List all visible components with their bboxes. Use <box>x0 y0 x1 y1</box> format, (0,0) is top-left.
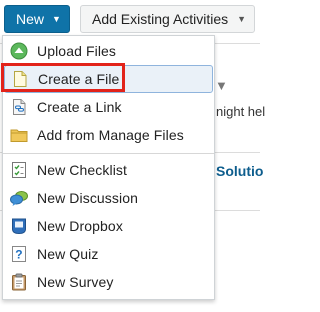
add-existing-activities-button[interactable]: Add Existing Activities ▼ <box>80 5 255 33</box>
quiz-icon: ? <box>12 246 26 262</box>
background-caret: ▼ <box>215 78 228 93</box>
menu-item-label: New Survey <box>37 274 114 290</box>
menu-item-label: Upload Files <box>37 43 117 59</box>
new-button-label: New <box>16 11 45 27</box>
annotation-highlight <box>1 63 125 92</box>
chevron-down-icon: ▼ <box>52 14 61 24</box>
dropbox-icon <box>12 218 26 235</box>
discussion-icon <box>10 191 28 206</box>
menu-divider <box>3 153 214 154</box>
background-text-fragment: night hel <box>216 104 266 119</box>
add-existing-activities-label: Add Existing Activities <box>92 11 229 27</box>
menu-item-label: New Checklist <box>37 162 127 178</box>
menu-item-new-quiz[interactable]: ? New Quiz <box>3 240 214 268</box>
chevron-down-icon: ▼ <box>237 14 247 24</box>
svg-text:?: ? <box>15 248 22 262</box>
menu-item-label: Create a Link <box>37 99 122 115</box>
menu-item-new-discussion[interactable]: New Discussion <box>3 184 214 212</box>
checklist-icon <box>12 162 26 178</box>
menu-item-label: New Quiz <box>37 246 99 262</box>
upload-icon <box>10 42 28 60</box>
menu-item-upload-files[interactable]: Upload Files <box>3 37 214 65</box>
menu-item-new-survey[interactable]: New Survey <box>3 268 214 296</box>
link-icon <box>13 99 26 115</box>
menu-item-label: New Dropbox <box>37 218 123 234</box>
menu-item-new-checklist[interactable]: New Checklist <box>3 156 214 184</box>
menu-item-label: Add from Manage Files <box>37 127 184 143</box>
survey-icon <box>12 273 26 291</box>
menu-item-create-a-link[interactable]: Create a Link <box>3 93 214 121</box>
menu-item-add-from-manage-files[interactable]: Add from Manage Files <box>3 121 214 149</box>
new-button[interactable]: New ▼ <box>4 5 70 33</box>
menu-item-new-dropbox[interactable]: New Dropbox <box>3 212 214 240</box>
menu-item-label: New Discussion <box>37 190 138 206</box>
folder-icon <box>10 129 28 142</box>
background-link-fragment[interactable]: Solutio <box>216 163 263 179</box>
